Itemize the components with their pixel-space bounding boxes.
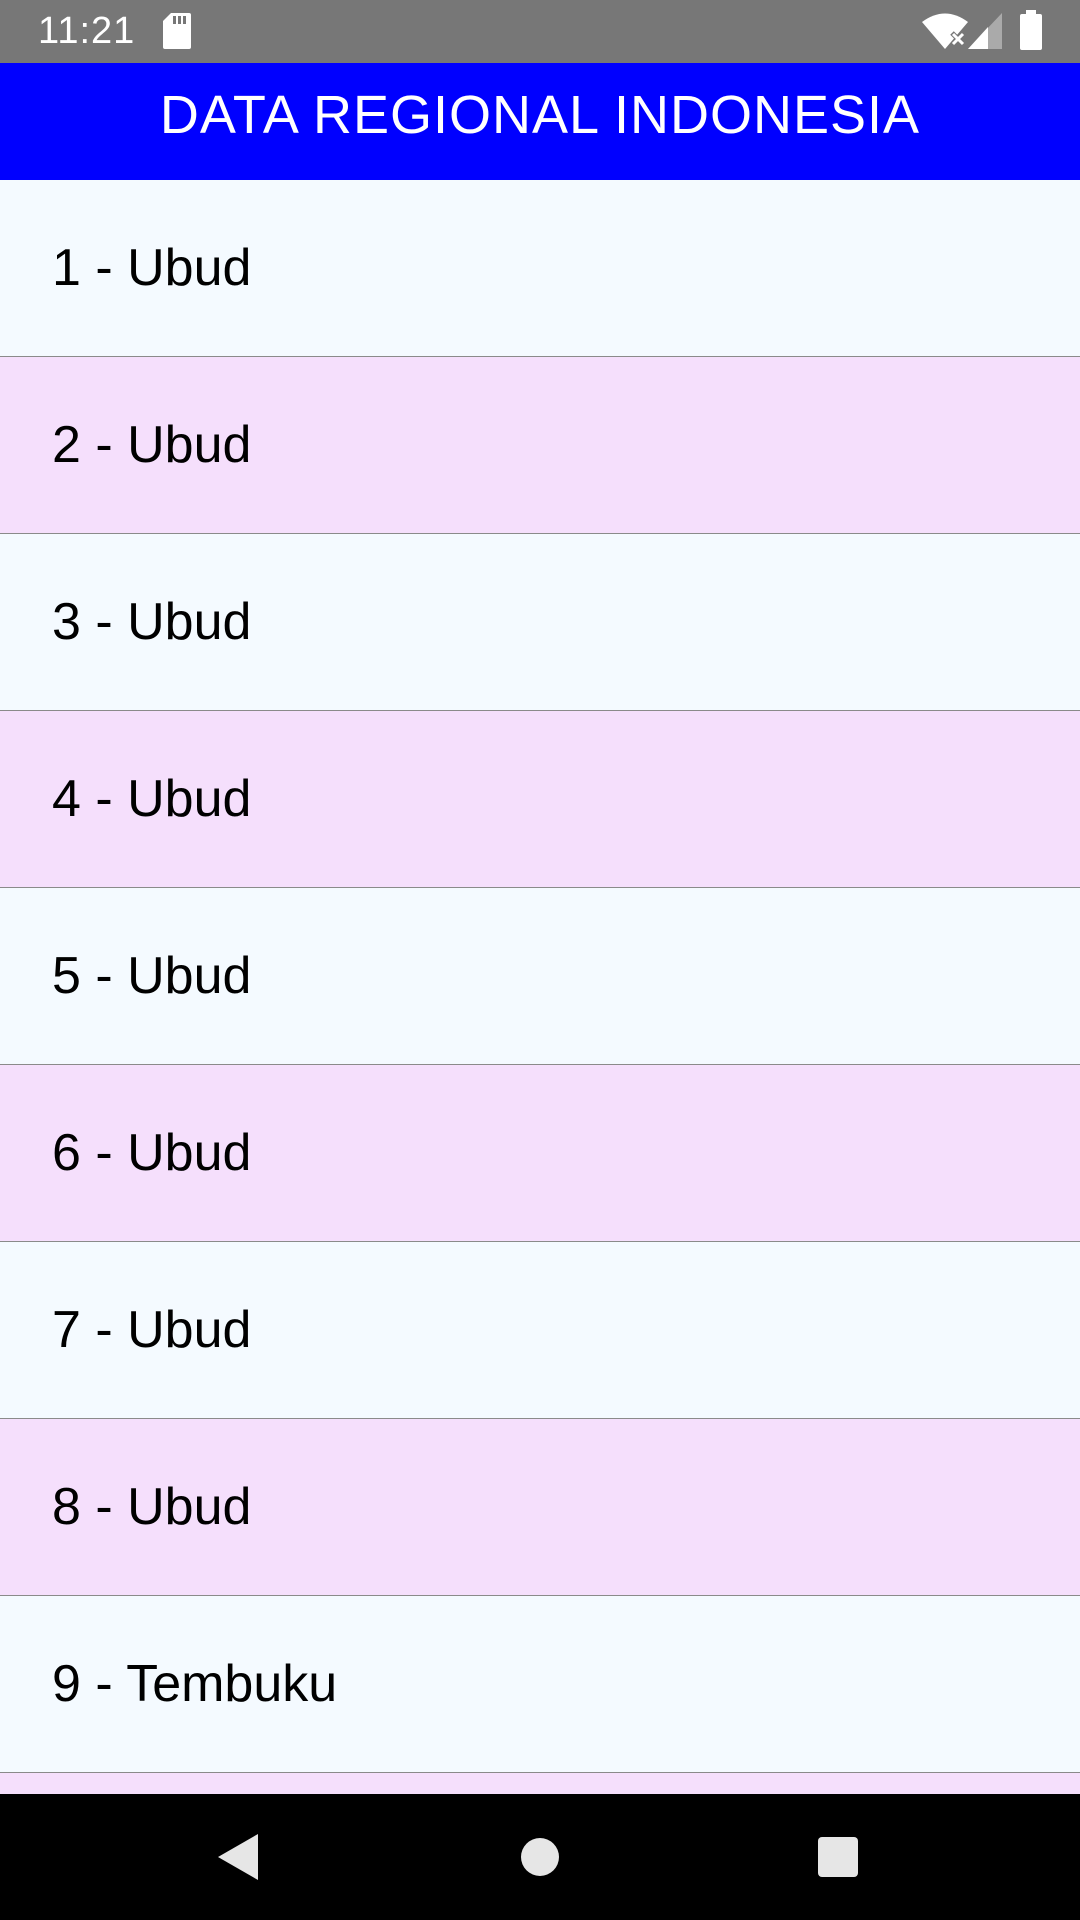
status-time: 11:21 (38, 10, 136, 52)
sd-card-icon (163, 13, 191, 49)
list-item-label: 7 - Ubud (52, 1301, 252, 1359)
back-icon[interactable] (204, 1822, 274, 1892)
page-title: DATA REGIONAL INDONESIA (159, 85, 921, 145)
list-item[interactable]: 5 - Ubud (0, 888, 1080, 1065)
list-item-label: 1 - Ubud (52, 239, 252, 297)
list-item-label: 8 - Ubud (52, 1478, 252, 1536)
battery-icon (1020, 10, 1042, 50)
list-item-label: 3 - Ubud (52, 593, 252, 651)
list-item[interactable]: 1 - Ubud (0, 180, 1080, 357)
status-bar: 11:21 (0, 0, 1080, 63)
list-item[interactable]: 3 - Ubud (0, 534, 1080, 711)
list-item[interactable]: 2 - Ubud (0, 357, 1080, 534)
list-item[interactable]: 4 - Ubud (0, 711, 1080, 888)
list-item-label: 9 - Tembuku (52, 1655, 338, 1713)
navigation-bar (0, 1794, 1080, 1920)
home-icon[interactable] (505, 1822, 575, 1892)
wifi-off-icon (922, 13, 968, 49)
app-header: DATA REGIONAL INDONESIA (0, 63, 1080, 180)
list-item[interactable]: 6 - Ubud (0, 1065, 1080, 1242)
cell-signal-icon (968, 13, 1002, 49)
list-item-label: 4 - Ubud (52, 770, 252, 828)
list-item[interactable]: 7 - Ubud (0, 1242, 1080, 1419)
list-item[interactable]: 8 - Ubud (0, 1419, 1080, 1596)
list-item[interactable] (0, 1773, 1080, 1794)
recents-icon[interactable] (803, 1822, 873, 1892)
list-item-label: 6 - Ubud (52, 1124, 252, 1182)
list-item-label: 2 - Ubud (52, 416, 252, 474)
list-item-label: 5 - Ubud (52, 947, 252, 1005)
list-item[interactable]: 9 - Tembuku (0, 1596, 1080, 1773)
region-list[interactable]: 1 - Ubud 2 - Ubud 3 - Ubud 4 - Ubud 5 - … (0, 180, 1080, 1794)
